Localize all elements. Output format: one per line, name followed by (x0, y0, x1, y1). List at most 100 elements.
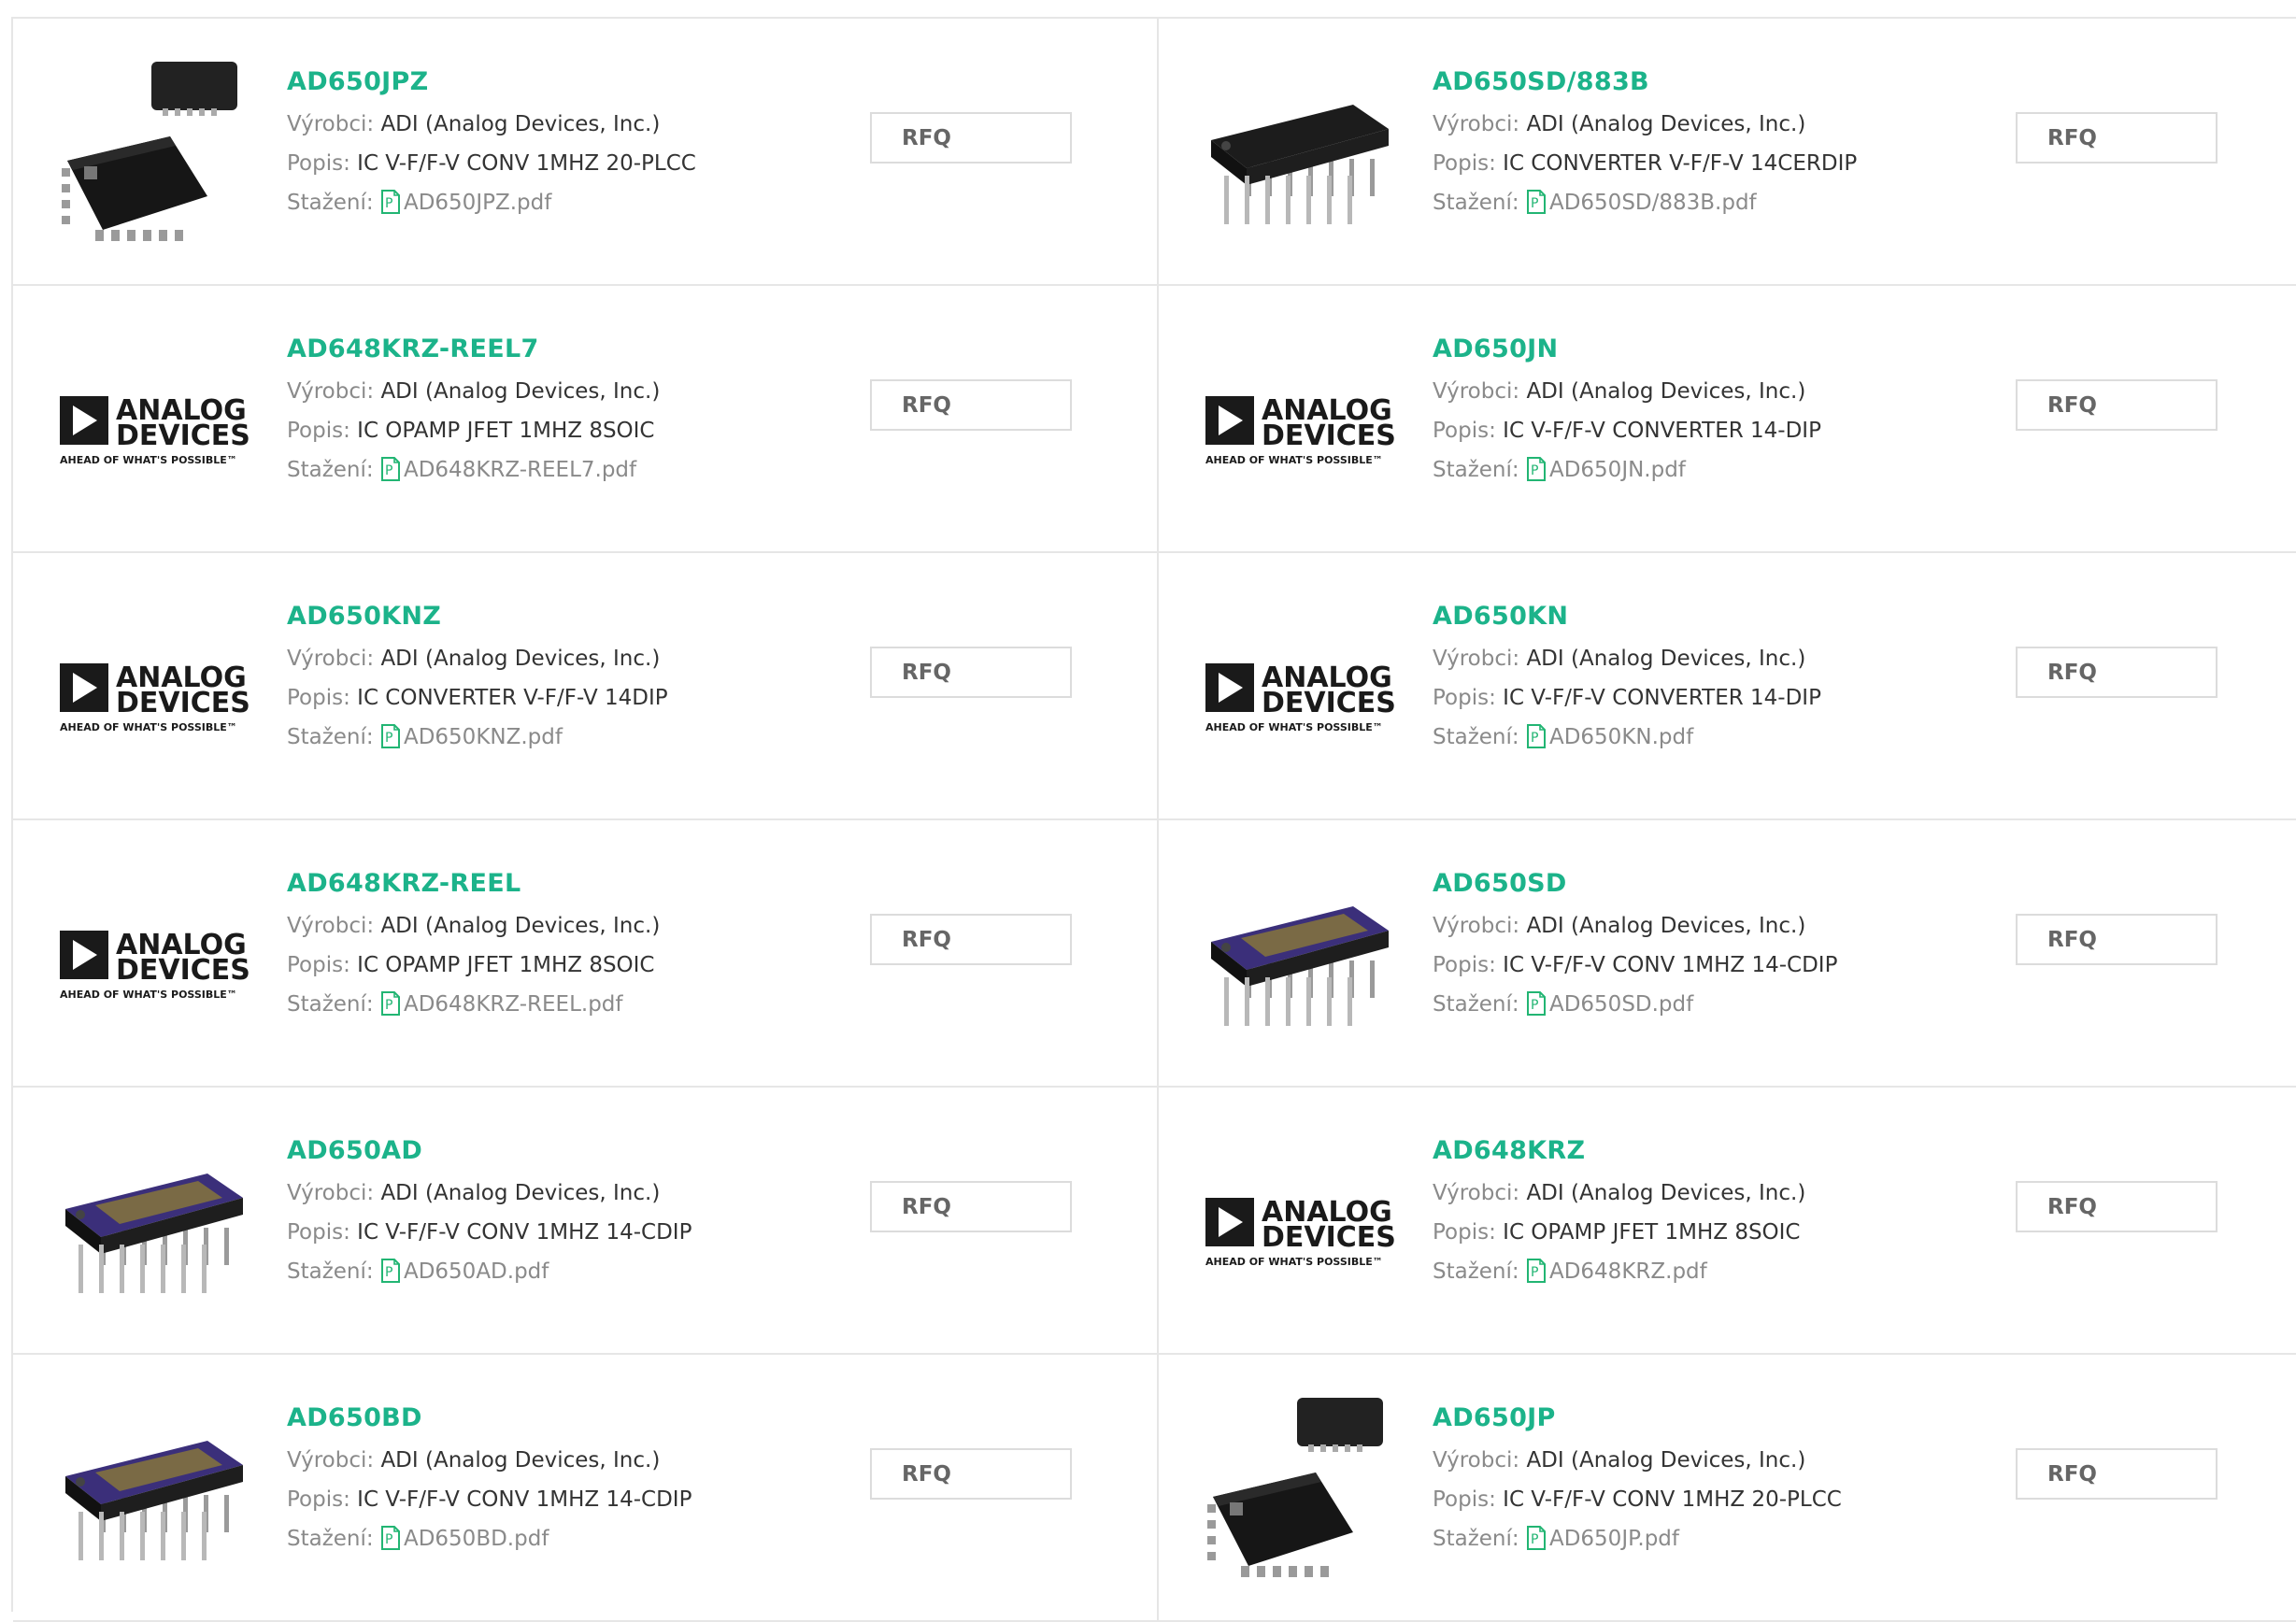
datasheet-link[interactable]: AD650BD.pdf (404, 1527, 549, 1551)
description-label: Popis: (1433, 953, 1496, 977)
description-label: Popis: (287, 1487, 350, 1512)
datasheet-link[interactable]: AD648KRZ.pdf (1549, 1259, 1707, 1284)
description-label: Popis: (287, 1220, 350, 1245)
product-info: AD650AD Výrobci: ADI (Analog Devices, In… (287, 1136, 848, 1291)
product-card: ANALOG DEVICES AHEAD OF WHAT'S POSSIBLE™ A… (13, 286, 1159, 553)
product-card: AD650SD/883B Výrobci: ADI (Analog Device… (1159, 19, 2296, 286)
pdf-icon[interactable]: P (380, 456, 401, 482)
product-card: ANALOG DEVICES AHEAD OF WHAT'S POSSIBLE™ A… (1159, 1088, 2296, 1355)
analog-devices-logo: ANALOGDEVICESAHEAD OF WHAT'S POSSIBLE™ (60, 929, 249, 1001)
manufacturer-line: Výrobci: ADI (Analog Devices, Inc.) (287, 1174, 848, 1213)
rfq-button[interactable]: RFQ (870, 112, 1072, 164)
pdf-icon[interactable]: P (1526, 456, 1547, 482)
rfq-button[interactable]: RFQ (2016, 1181, 2218, 1232)
pdf-icon[interactable]: P (380, 1525, 401, 1551)
manufacturer-line: Výrobci: ADI (Analog Devices, Inc.) (1433, 372, 1993, 411)
product-image[interactable]: ANALOG DEVICES AHEAD OF WHAT'S POSSIBLE™ (1204, 590, 1394, 781)
rfq-button[interactable]: RFQ (2016, 1448, 2218, 1500)
part-number-link[interactable]: AD650SD (1433, 869, 1993, 906)
analog-devices-logo: ANALOGDEVICESAHEAD OF WHAT'S POSSIBLE™ (1205, 662, 1394, 733)
product-image[interactable] (58, 1125, 249, 1316)
pdf-icon[interactable]: P (1526, 723, 1547, 749)
part-number-link[interactable]: AD650KN (1433, 602, 1993, 639)
product-image[interactable] (58, 1392, 249, 1583)
datasheet-link[interactable]: AD650JP.pdf (1549, 1527, 1679, 1551)
rfq-button[interactable]: RFQ (2016, 647, 2218, 698)
rfq-button[interactable]: RFQ (870, 647, 1072, 698)
product-image[interactable] (1204, 858, 1394, 1048)
pdf-icon[interactable]: P (380, 990, 401, 1017)
part-number-link[interactable]: AD648KRZ (1433, 1136, 1993, 1174)
product-image[interactable]: ANALOG DEVICES AHEAD OF WHAT'S POSSIBLE™ (1204, 1125, 1394, 1316)
datasheet-link[interactable]: AD650JPZ.pdf (404, 191, 551, 215)
download-line: Stažení: P AD648KRZ.pdf (1433, 1252, 1993, 1291)
svg-text:AHEAD OF WHAT'S POSSIBLE™: AHEAD OF WHAT'S POSSIBLE™ (60, 454, 237, 466)
part-number-link[interactable]: AD650JPZ (287, 67, 848, 105)
product-image[interactable]: ANALOG DEVICES AHEAD OF WHAT'S POSSIBLE™ (1204, 323, 1394, 514)
manufacturer-line: Výrobci: ADI (Analog Devices, Inc.) (1433, 1174, 1993, 1213)
pdf-icon[interactable]: P (380, 189, 401, 215)
datasheet-link[interactable]: AD648KRZ-REEL.pdf (404, 992, 623, 1017)
pdf-glyph: P (1526, 1526, 1546, 1550)
description-line: Popis: IC V-F/F-V CONV 1MHZ 20-PLCC (287, 144, 848, 183)
product-info: AD650KNZ Výrobci: ADI (Analog Devices, I… (287, 602, 848, 757)
manufacturer-value: ADI (Analog Devices, Inc.) (380, 914, 661, 938)
pdf-icon[interactable]: P (1526, 1525, 1547, 1551)
svg-text:AHEAD OF WHAT'S POSSIBLE™: AHEAD OF WHAT'S POSSIBLE™ (1205, 454, 1383, 466)
pdf-icon[interactable]: P (380, 723, 401, 749)
part-number-link[interactable]: AD648KRZ-REEL (287, 869, 848, 906)
product-image[interactable]: ANALOG DEVICES AHEAD OF WHAT'S POSSIBLE™ (58, 590, 249, 781)
pdf-glyph: P (380, 991, 400, 1016)
svg-text:AHEAD OF WHAT'S POSSIBLE™: AHEAD OF WHAT'S POSSIBLE™ (1205, 721, 1383, 733)
product-info: AD648KRZ Výrobci: ADI (Analog Devices, I… (1433, 1136, 1993, 1291)
download-label: Stažení: (287, 1527, 374, 1551)
datasheet-link[interactable]: AD650SD/883B.pdf (1549, 191, 1757, 215)
product-image[interactable] (1204, 1392, 1394, 1583)
datasheet-link[interactable]: AD650JN.pdf (1549, 458, 1686, 482)
rfq-button[interactable]: RFQ (870, 1448, 1072, 1500)
description-value: IC V-F/F-V CONV 1MHZ 14-CDIP (1503, 953, 1838, 977)
datasheet-link[interactable]: AD648KRZ-REEL7.pdf (404, 458, 636, 482)
download-line: Stažení: P AD648KRZ-REEL.pdf (287, 985, 848, 1024)
part-number-link[interactable]: AD650AD (287, 1136, 848, 1174)
part-number-link[interactable]: AD650SD/883B (1433, 67, 1993, 105)
rfq-button[interactable]: RFQ (2016, 112, 2218, 164)
chip-photo (62, 62, 237, 241)
rfq-button[interactable]: RFQ (870, 1181, 1072, 1232)
rfq-button[interactable]: RFQ (2016, 379, 2218, 431)
chip-photo (1207, 1398, 1383, 1577)
datasheet-link[interactable]: AD650AD.pdf (404, 1259, 549, 1284)
part-number-link[interactable]: AD650KNZ (287, 602, 848, 639)
manufacturer-value: ADI (Analog Devices, Inc.) (1526, 647, 1806, 671)
pdf-glyph: P (1526, 190, 1546, 214)
part-number-link[interactable]: AD648KRZ-REEL7 (287, 334, 848, 372)
product-card: AD650BD Výrobci: ADI (Analog Devices, In… (13, 1355, 1159, 1622)
datasheet-link[interactable]: AD650SD.pdf (1549, 992, 1693, 1017)
product-image[interactable]: ANALOG DEVICES AHEAD OF WHAT'S POSSIBLE™ (58, 323, 249, 514)
svg-text:AHEAD OF WHAT'S POSSIBLE™: AHEAD OF WHAT'S POSSIBLE™ (1205, 1256, 1383, 1268)
description-label: Popis: (287, 686, 350, 710)
svg-text:DEVICES: DEVICES (116, 954, 249, 987)
rfq-button[interactable]: RFQ (870, 379, 1072, 431)
product-image[interactable] (58, 56, 249, 247)
manufacturer-label: Výrobci: (287, 112, 375, 136)
product-image[interactable]: ANALOG DEVICES AHEAD OF WHAT'S POSSIBLE™ (58, 858, 249, 1048)
rfq-button[interactable]: RFQ (2016, 914, 2218, 965)
pdf-glyph: P (380, 190, 400, 214)
part-number-link[interactable]: AD650BD (287, 1403, 848, 1441)
pdf-icon[interactable]: P (1526, 990, 1547, 1017)
svg-text:DEVICES: DEVICES (1262, 1221, 1394, 1254)
download-line: Stažení: P AD650SD.pdf (1433, 985, 1993, 1024)
rfq-button[interactable]: RFQ (870, 914, 1072, 965)
description-line: Popis: IC V-F/F-V CONV 1MHZ 14-CDIP (1433, 946, 1993, 985)
pdf-icon[interactable]: P (1526, 189, 1547, 215)
datasheet-link[interactable]: AD650KN.pdf (1549, 725, 1693, 749)
description-label: Popis: (1433, 151, 1496, 176)
part-number-link[interactable]: AD650JN (1433, 334, 1993, 372)
datasheet-link[interactable]: AD650KNZ.pdf (404, 725, 563, 749)
product-image[interactable] (1204, 56, 1394, 247)
download-label: Stažení: (1433, 458, 1519, 482)
pdf-icon[interactable]: P (380, 1258, 401, 1284)
part-number-link[interactable]: AD650JP (1433, 1403, 1993, 1441)
pdf-icon[interactable]: P (1526, 1258, 1547, 1284)
